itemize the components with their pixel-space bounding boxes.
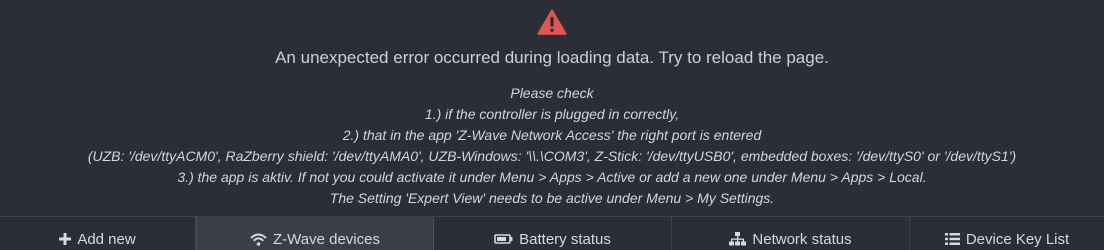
error-panel: An unexpected error occurred during load…: [0, 0, 1104, 216]
error-hint: Please check 1.) if the controller is pl…: [0, 83, 1104, 209]
tab-label: Z-Wave devices: [273, 230, 380, 248]
tab-label: Device Key List: [965, 230, 1070, 248]
tab-add-new[interactable]: Add new: [0, 217, 196, 250]
tab-battery-status[interactable]: Battery status: [434, 217, 672, 250]
tab-label: Network status: [752, 230, 852, 248]
hint-line: 2.) that in the app 'Z-Wave Network Acce…: [342, 127, 762, 143]
error-message: An unexpected error occurred during load…: [275, 48, 829, 67]
hint-line: 3.) the app is aktiv. If not you could a…: [177, 169, 927, 185]
plus-icon: [59, 233, 72, 245]
hint-line: (UZB: '/dev/ttyACM0', RaZberry shield: '…: [87, 148, 1017, 164]
warning-triangle-icon: [537, 9, 567, 35]
tab-network-status[interactable]: Network status: [672, 217, 910, 250]
tab-bar: Add new Z-Wave devices Battery status Ne…: [0, 216, 1104, 250]
sitemap-icon: [729, 232, 747, 246]
list-icon: [944, 233, 960, 245]
tab-device-key-list[interactable]: Device Key List: [910, 217, 1104, 250]
hint-line: The Setting 'Expert View' needs to be ac…: [329, 190, 775, 206]
tab-label: Add new: [77, 230, 136, 248]
hint-line: 1.) if the controller is plugged in corr…: [424, 106, 680, 122]
wifi-icon: [250, 233, 267, 246]
battery-icon: [494, 234, 513, 244]
hint-line: Please check: [510, 85, 594, 101]
tab-z-wave-devices[interactable]: Z-Wave devices: [196, 217, 434, 250]
tab-label: Battery status: [519, 230, 611, 248]
